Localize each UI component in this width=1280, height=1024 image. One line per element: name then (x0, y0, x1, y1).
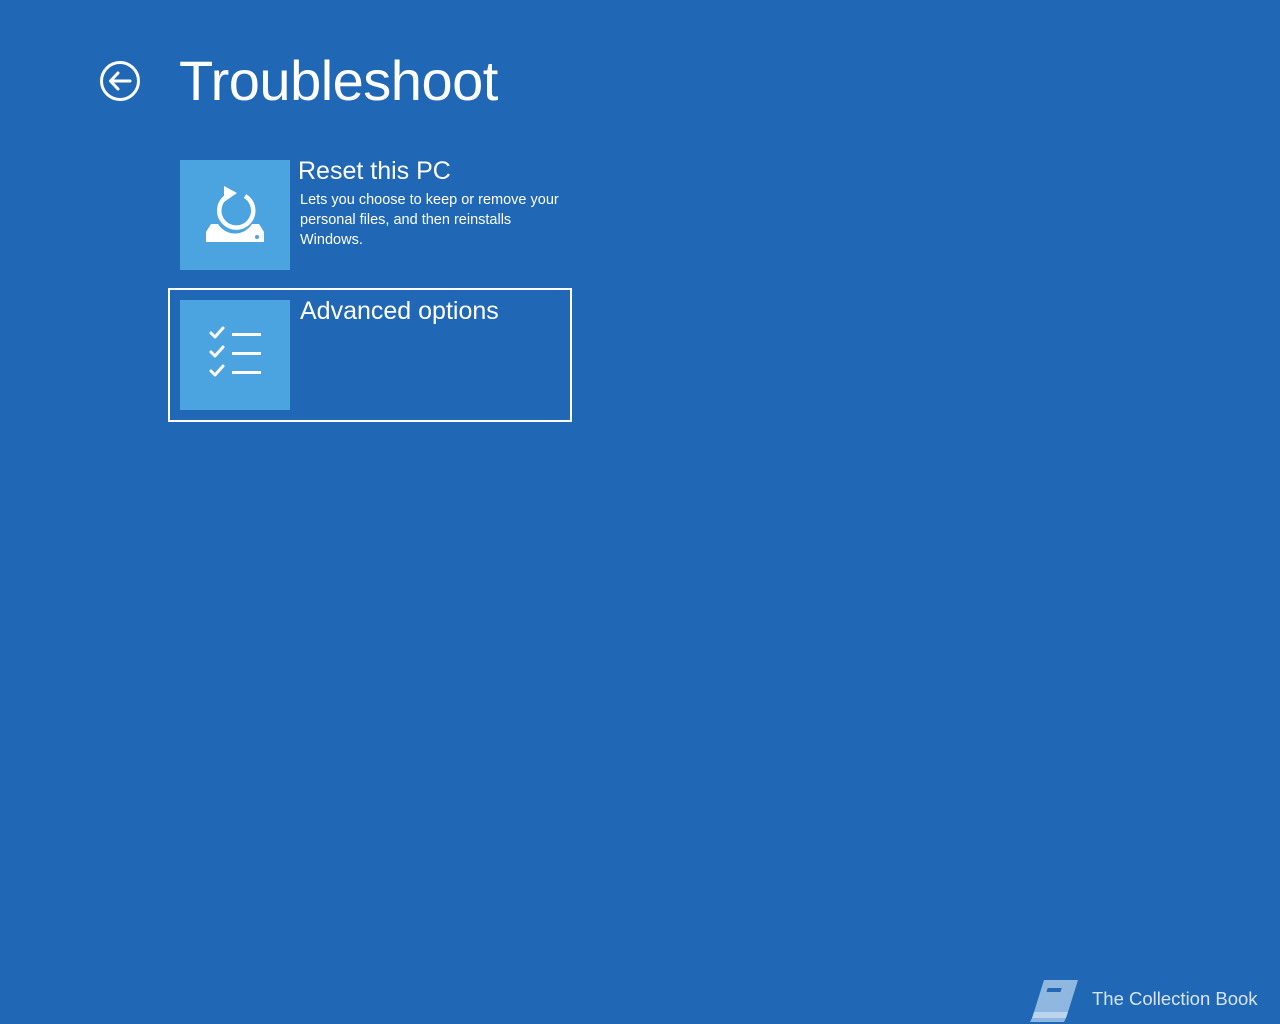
arrow-left-circle-icon (100, 61, 140, 101)
reset-this-pc-title: Reset this PC (298, 157, 451, 185)
reset-pc-tile (180, 160, 290, 270)
advanced-options-title: Advanced options (300, 297, 499, 325)
watermark-text: The Collection Book (1092, 988, 1258, 1009)
reset-pc-icon (206, 186, 264, 242)
back-button[interactable] (99, 60, 141, 102)
advanced-options-option[interactable]: Advanced options (168, 288, 572, 422)
reset-this-pc-description: Lets you choose to keep or remove your p… (300, 192, 559, 248)
watermark: The Collection Book (1028, 972, 1268, 1024)
book-icon (1030, 980, 1078, 1022)
page-title: Troubleshoot (179, 49, 498, 112)
checklist-icon (209, 326, 261, 377)
reset-this-pc-option[interactable]: Reset this PC Lets you choose to keep or… (168, 148, 572, 282)
advanced-options-tile (180, 300, 290, 410)
